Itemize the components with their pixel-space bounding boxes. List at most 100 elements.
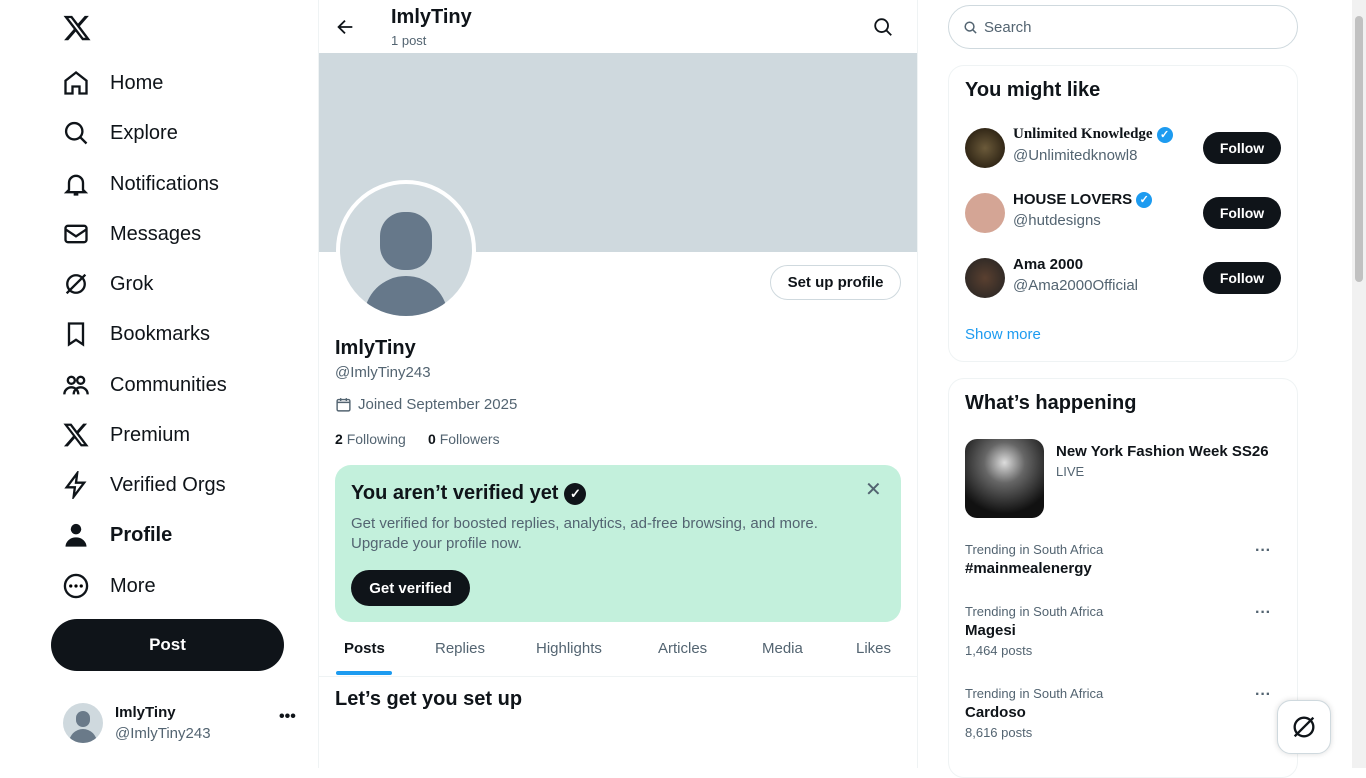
more-dots-icon[interactable]: ••• (279, 708, 296, 726)
user-handle: @Ama2000Official (1013, 277, 1139, 294)
whats-happening-card: What’s happening New York Fashion Week S… (948, 378, 1298, 778)
avatar (965, 128, 1005, 168)
bookmark-icon (67, 322, 85, 347)
more-dots-icon[interactable]: ··· (1255, 604, 1271, 622)
nav-item-profile[interactable]: Profile (60, 513, 172, 557)
featured-event[interactable]: New York Fashion Week SS26 LIVE (965, 439, 1281, 519)
nav-item-messages[interactable]: Messages (60, 212, 201, 256)
user-name: Unlimited Knowledge ✓ (1013, 126, 1173, 143)
communities-icon (63, 375, 89, 395)
trend-item[interactable]: Trending in South Africa #mainmealenergy ·… (965, 542, 1281, 577)
following-link[interactable]: 2 Following (335, 431, 406, 447)
x-logo[interactable] (62, 13, 92, 43)
profile-handle: @ImlyTiny243 (335, 364, 431, 381)
tab-highlights[interactable]: Highlights (536, 640, 602, 657)
user-handle: @hutdesigns (1013, 212, 1101, 229)
verified-badge-icon: ✓ (564, 482, 587, 505)
nav-item-home[interactable]: Home (60, 61, 163, 105)
follow-button[interactable]: Follow (1203, 132, 1281, 164)
search-input[interactable]: Search (948, 5, 1298, 49)
show-more-link[interactable]: Show more (965, 326, 1041, 343)
grok-icon (65, 273, 87, 295)
card-title: What’s happening (965, 392, 1137, 414)
avatar (965, 258, 1005, 298)
search-icon (64, 121, 88, 145)
trend-title: Magesi (965, 622, 1016, 639)
trend-item[interactable]: Trending in South Africa Cardoso 8,616 pos… (965, 686, 1281, 740)
home-icon (64, 71, 88, 95)
tab-likes[interactable]: Likes (856, 640, 891, 657)
joined-date: Joined September 2025 (335, 396, 517, 413)
user-name: Ama 2000 (1013, 256, 1084, 273)
card-title: You might like (965, 79, 1101, 101)
more-circle-icon (63, 573, 89, 599)
nav-label: Notifications (110, 172, 219, 195)
trend-title: Cardoso (965, 704, 1026, 721)
search-icon[interactable] (872, 16, 894, 43)
following-label: Following (346, 431, 406, 447)
nav-item-verified-orgs[interactable]: Verified Orgs (60, 463, 226, 507)
verified-badge-icon: ✓ (1136, 191, 1153, 208)
trend-item[interactable]: Trending in South Africa Magesi 1,464 post… (965, 604, 1281, 658)
nav-item-grok[interactable]: Grok (60, 262, 153, 306)
scrollbar[interactable] (1352, 0, 1366, 768)
tab-media[interactable]: Media (762, 640, 803, 657)
trend-post-count: 8,616 posts (965, 725, 1033, 740)
avatar (965, 193, 1005, 233)
profile-name: ImlyTiny (335, 337, 416, 359)
account-switcher[interactable]: ImlyTiny @ImlyTiny243 ••• (51, 700, 309, 748)
more-dots-icon[interactable]: ··· (1255, 542, 1271, 560)
trend-context: Trending in South Africa (965, 604, 1104, 619)
get-verified-button[interactable]: Get verified (351, 570, 470, 606)
followers-label: Followers (439, 431, 500, 447)
nav-label: Home (110, 71, 164, 94)
trend-post-count: 1,464 posts (965, 643, 1033, 658)
nav-item-notifications[interactable]: Notifications (60, 162, 219, 206)
search-placeholder: Search (984, 18, 1032, 36)
event-title: New York Fashion Week SS26 (1056, 443, 1269, 460)
follow-button[interactable]: Follow (1203, 262, 1281, 294)
mail-icon (64, 224, 88, 244)
suggested-user[interactable]: HOUSE LOVERS ✓ @hutdesigns Follow (965, 191, 1281, 235)
suggested-user[interactable]: Unlimited Knowledge ✓ @Unlimitedknowl8 Foll… (965, 126, 1281, 170)
nav-label: Bookmarks (110, 322, 211, 345)
nav-item-premium[interactable]: Premium (60, 413, 190, 457)
more-dots-icon[interactable]: ··· (1255, 686, 1271, 704)
event-status: LIVE (1056, 464, 1085, 479)
bell-icon (63, 174, 89, 196)
setup-profile-button[interactable]: Set up profile (770, 265, 901, 300)
followers-link[interactable]: 0 Followers (428, 431, 500, 447)
calendar-icon (336, 398, 351, 412)
nav-label: Explore (110, 121, 178, 144)
follow-button[interactable]: Follow (1203, 197, 1281, 229)
suggested-user[interactable]: Ama 2000 @Ama2000Official Follow (965, 256, 1281, 300)
verify-banner: You aren’t verified yet ✓ ✕ Get verified … (335, 465, 901, 622)
setup-title: Let’s get you set up (335, 688, 523, 710)
x-icon (63, 423, 89, 447)
user-handle: @Unlimitedknowl8 (1013, 147, 1138, 164)
lightning-icon (64, 471, 87, 499)
nav-item-explore[interactable]: Explore (60, 111, 178, 155)
post-count: 1 post (391, 33, 427, 48)
avatar (63, 703, 103, 743)
account-handle: @ImlyTiny243 (115, 725, 211, 742)
trend-context: Trending in South Africa (965, 686, 1104, 701)
profile-avatar[interactable] (336, 180, 476, 320)
tab-replies[interactable]: Replies (435, 640, 485, 657)
followers-count: 0 (428, 431, 436, 447)
close-icon[interactable]: ✕ (865, 477, 882, 502)
nav-label: Messages (110, 222, 202, 245)
nav-item-more[interactable]: More (60, 564, 156, 608)
active-tab-indicator (336, 671, 392, 675)
following-count: 2 (335, 431, 343, 447)
tab-articles[interactable]: Articles (658, 640, 707, 657)
tab-posts[interactable]: Posts (344, 640, 385, 657)
post-button[interactable]: Post (51, 619, 284, 671)
verified-badge-icon: ✓ (1156, 126, 1173, 143)
event-image (965, 439, 1044, 518)
nav-item-communities[interactable]: Communities (60, 363, 227, 407)
search-icon (964, 20, 977, 34)
nav-item-bookmarks[interactable]: Bookmarks (60, 312, 210, 356)
back-arrow-icon[interactable] (334, 16, 356, 43)
grok-float-button[interactable] (1277, 700, 1331, 754)
